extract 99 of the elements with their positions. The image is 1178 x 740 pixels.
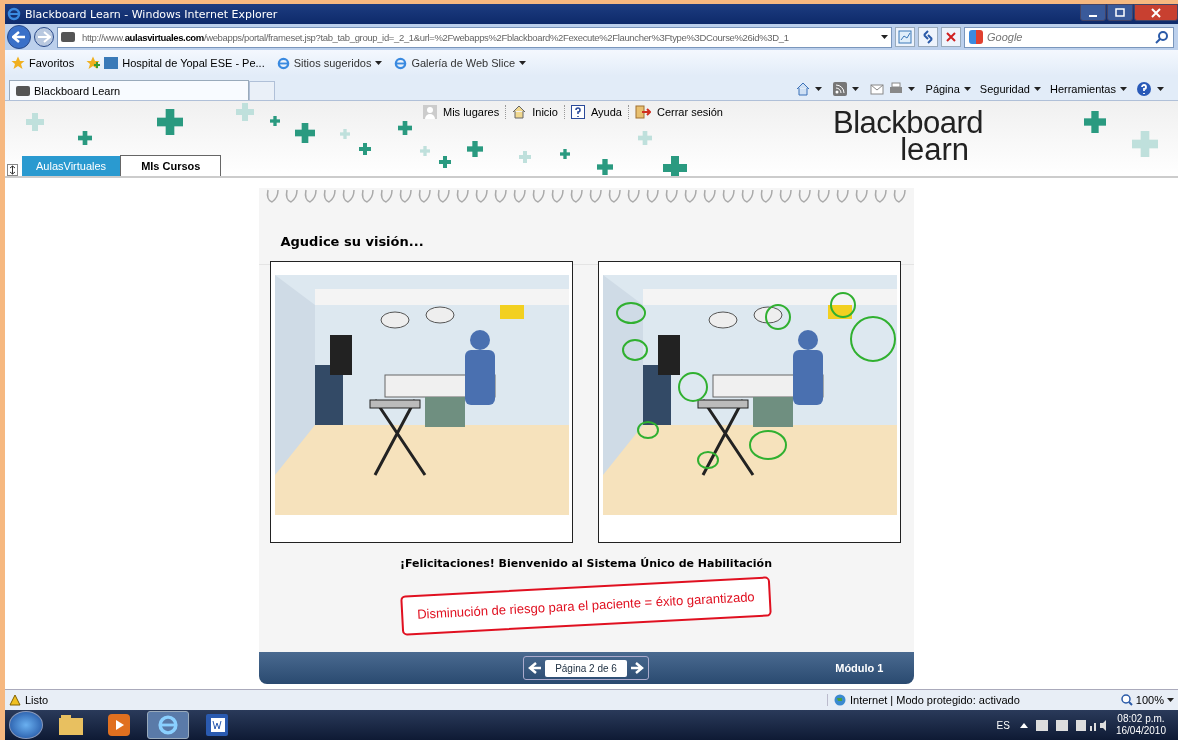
site-icon bbox=[16, 85, 30, 96]
clock[interactable]: 08:02 p.m. 16/04/2010 bbox=[1115, 713, 1166, 737]
maximize-icon bbox=[1115, 7, 1125, 18]
forward-button[interactable] bbox=[34, 27, 54, 47]
home-icon bbox=[512, 105, 527, 119]
favorite-link[interactable]: Hospital de Yopal ESE - Pe... bbox=[86, 56, 265, 70]
command-menu[interactable]: Página bbox=[925, 83, 971, 95]
minimize-icon bbox=[1089, 14, 1097, 17]
header-link[interactable]: Cerrar sesión bbox=[634, 105, 729, 119]
caret-icon bbox=[375, 61, 383, 65]
page-icon bbox=[104, 57, 119, 69]
welcome-message: ¡Felicitaciones! Bienvenido al Sistema Único de Habilitación bbox=[400, 557, 772, 570]
logout-icon bbox=[634, 105, 651, 119]
plus-mark bbox=[1132, 131, 1158, 157]
back-arrow-icon bbox=[12, 31, 26, 43]
add-favorite-icon bbox=[86, 56, 101, 70]
caret-icon[interactable] bbox=[814, 87, 822, 91]
left-arrow-icon bbox=[528, 661, 543, 675]
browser-icon bbox=[276, 56, 290, 70]
expand-icon[interactable] bbox=[7, 164, 18, 176]
browser-icon bbox=[7, 7, 21, 21]
caret-icon[interactable] bbox=[851, 87, 859, 91]
right-arrow-icon bbox=[629, 661, 644, 675]
tray-icons-drawing[interactable] bbox=[1017, 718, 1108, 732]
compatibility-button[interactable] bbox=[895, 27, 915, 47]
plus-mark bbox=[467, 141, 483, 157]
caret-icon bbox=[1033, 87, 1041, 91]
refresh-button[interactable] bbox=[918, 27, 938, 47]
star-icon bbox=[11, 56, 25, 70]
plus-mark bbox=[398, 121, 412, 135]
minimize-button[interactable] bbox=[1080, 4, 1106, 21]
address-field[interactable]: http://www.aulasvirtuales.com/webapps/portal/frameset.jsp?tab_tab_group_id=_2_1&url=%2Fwebapps%2Fblackboard%2Fexecute%2Flauncher%3Ftype%3DCourse%26id%3D_1 bbox=[57, 26, 892, 48]
command-menu[interactable]: Herramientas bbox=[1049, 83, 1127, 95]
refresh-icon bbox=[921, 30, 935, 44]
search-icon[interactable] bbox=[1155, 30, 1169, 44]
language-indicator[interactable]: ES bbox=[996, 719, 1010, 731]
caret-icon bbox=[519, 61, 527, 65]
magnifier-icon bbox=[1120, 694, 1133, 706]
status-text: Listo bbox=[9, 694, 827, 706]
plus-mark bbox=[638, 131, 652, 145]
mail-icon[interactable] bbox=[869, 83, 884, 95]
browser-icon bbox=[394, 56, 408, 70]
help-icon bbox=[570, 105, 585, 119]
site-icon bbox=[61, 32, 75, 42]
slogan-banner: Disminución de riesgo para el paciente = éxito garantizado bbox=[400, 576, 772, 636]
plus-mark bbox=[78, 131, 92, 145]
search-engine-icon bbox=[969, 30, 983, 44]
browser-icon bbox=[157, 714, 179, 736]
plus-mark bbox=[157, 109, 183, 135]
plus-mark bbox=[295, 123, 315, 143]
plus-mark bbox=[340, 129, 350, 139]
browser-tab[interactable]: Blackboard Learn bbox=[9, 80, 249, 100]
warning-icon bbox=[9, 694, 21, 706]
close-icon bbox=[1151, 7, 1161, 18]
header-link[interactable]: Mis lugares bbox=[423, 105, 507, 119]
favorite-menu[interactable]: Sitios sugeridos bbox=[276, 56, 383, 70]
globe-icon bbox=[834, 694, 846, 706]
forward-arrow-icon bbox=[37, 31, 51, 43]
help-icon[interactable] bbox=[1136, 81, 1152, 97]
window-title: Blackboard Learn - Windows Internet Explorer bbox=[25, 7, 278, 21]
plus-mark bbox=[236, 103, 254, 121]
plus-mark bbox=[1084, 111, 1106, 133]
close-button[interactable] bbox=[1134, 4, 1178, 21]
home-icon[interactable] bbox=[795, 82, 810, 96]
stop-button[interactable] bbox=[941, 27, 961, 47]
plus-mark bbox=[439, 156, 451, 168]
security-zone[interactable]: Internet | Modo protegido: activado bbox=[827, 694, 1084, 706]
header-link[interactable]: Ayuda bbox=[570, 105, 629, 119]
plus-mark bbox=[519, 151, 531, 163]
maximize-button[interactable] bbox=[1107, 4, 1133, 21]
plus-mark bbox=[420, 146, 430, 156]
compatibility-icon bbox=[898, 30, 912, 44]
plus-mark bbox=[26, 113, 44, 131]
plus-mark bbox=[270, 116, 280, 126]
plus-mark bbox=[359, 143, 371, 155]
start-button[interactable] bbox=[9, 711, 43, 739]
caret-icon[interactable] bbox=[881, 35, 888, 39]
caret-icon bbox=[1120, 87, 1127, 91]
page-indicator: Página 2 de 6 bbox=[545, 659, 627, 677]
back-button[interactable] bbox=[7, 25, 31, 49]
person-icon bbox=[423, 105, 437, 119]
course-tab[interactable]: MIs Cursos bbox=[120, 155, 222, 176]
caret-icon[interactable] bbox=[907, 87, 915, 91]
favorites-button[interactable]: Favoritos bbox=[11, 56, 75, 70]
caret-icon[interactable] bbox=[1157, 87, 1164, 91]
plus-mark bbox=[597, 159, 613, 175]
url-text: http://www.aulasvirtuales.com/webapps/portal/frameset.jsp?tab_tab_group_id=_2_1&url=%2Fwebapps%2Fblackboard%2Fexecute%2Flauncher%3Ftype%3DCourse%26id%3D_1 bbox=[82, 31, 790, 43]
caret-icon bbox=[963, 87, 971, 91]
search-box[interactable]: Google bbox=[964, 26, 1174, 48]
favorite-menu[interactable]: Galería de Web Slice bbox=[394, 56, 527, 70]
module-label: Módulo 1 bbox=[835, 662, 884, 674]
stop-icon bbox=[944, 30, 958, 44]
command-menu[interactable]: Seguridad bbox=[979, 83, 1041, 95]
feed-icon[interactable] bbox=[832, 82, 847, 96]
zoom-level[interactable]: 100% bbox=[1084, 694, 1174, 706]
header-link[interactable]: Inicio bbox=[512, 105, 565, 119]
caret-icon bbox=[1167, 698, 1174, 702]
browser-taskbar-button[interactable] bbox=[147, 711, 189, 739]
plus-mark bbox=[560, 149, 570, 159]
